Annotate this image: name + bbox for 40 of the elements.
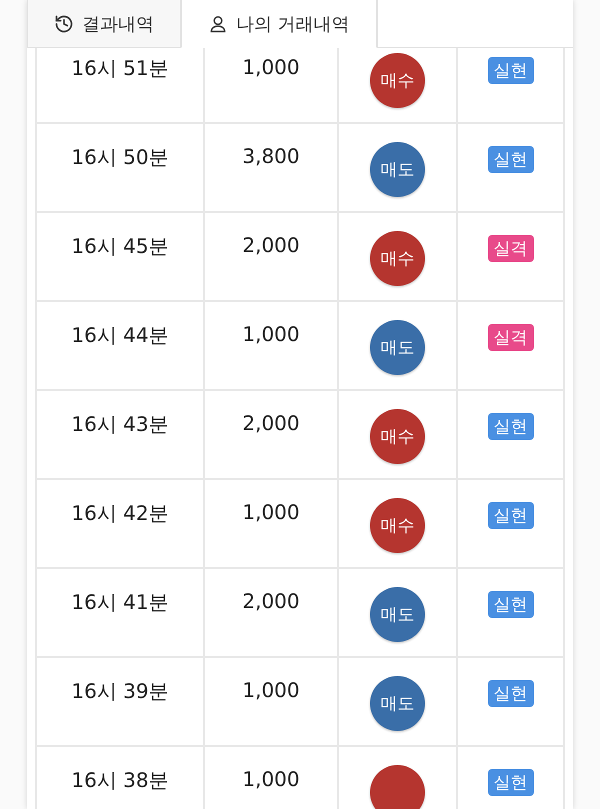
result-badge: 실현 [488, 502, 534, 529]
time-cell: 16시 39분 [71, 678, 169, 705]
result-badge: 실현 [488, 57, 534, 84]
buy-badge [370, 765, 425, 809]
sell-badge: 매도 [370, 142, 425, 197]
result-badge: 실현 [488, 146, 534, 173]
amount-cell: 2,000 [242, 233, 300, 257]
buy-badge: 매수 [370, 409, 425, 464]
time-cell: 16시 50분 [71, 144, 169, 171]
time-cell: 16시 45분 [71, 233, 169, 260]
result-badge: 실현 [488, 769, 534, 796]
amount-cell: 1,000 [242, 55, 300, 79]
amount-cell: 3,800 [242, 144, 300, 168]
result-badge: 실현 [488, 413, 534, 440]
result-badge: 실격 [488, 235, 534, 262]
result-badge: 실격 [488, 324, 534, 351]
sell-badge: 매도 [370, 676, 425, 731]
time-cell: 16시 38분 [71, 767, 169, 794]
history-icon [54, 14, 74, 34]
buy-badge: 매수 [370, 498, 425, 553]
tab[interactable]: 결과내역 [27, 0, 181, 48]
amount-cell: 2,000 [242, 411, 300, 435]
tab[interactable]: 나의 거래내역 [181, 0, 377, 48]
result-badge: 실현 [488, 591, 534, 618]
buy-badge: 매수 [370, 53, 425, 108]
user-icon [208, 14, 228, 34]
sell-badge: 매도 [370, 320, 425, 375]
amount-cell: 1,000 [242, 500, 300, 524]
time-cell: 16시 51분 [71, 55, 169, 82]
amount-cell: 1,000 [242, 322, 300, 346]
amount-cell: 1,000 [242, 767, 300, 791]
time-cell: 16시 44분 [71, 322, 169, 349]
amount-cell: 2,000 [242, 589, 300, 613]
sell-badge: 매도 [370, 587, 425, 642]
buy-badge: 매수 [370, 231, 425, 286]
time-cell: 16시 41분 [71, 589, 169, 616]
time-cell: 16시 43분 [71, 411, 169, 438]
time-cell: 16시 42분 [71, 500, 169, 527]
amount-cell: 1,000 [242, 678, 300, 702]
result-badge: 실현 [488, 680, 534, 707]
